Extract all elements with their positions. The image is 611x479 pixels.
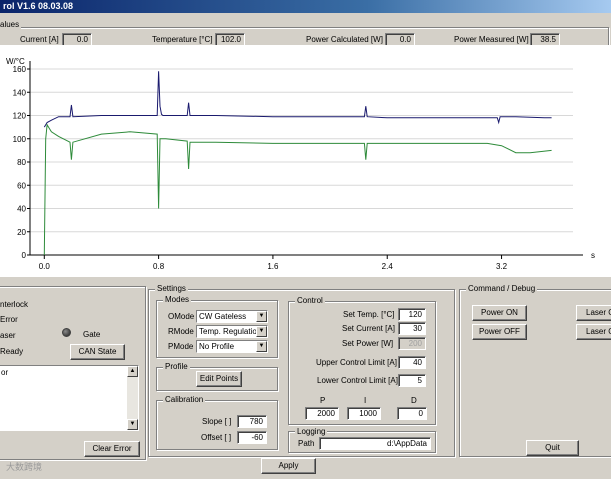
values-group-label: alues <box>0 20 22 30</box>
pmode-label: PMode <box>168 342 194 351</box>
logging-group-label: Logging <box>295 427 328 437</box>
gate-led-icon <box>62 328 71 337</box>
control-group-label: Control <box>295 296 325 306</box>
y-tick-label: 40 <box>17 205 26 214</box>
series-line-2 <box>43 123 552 256</box>
edit-points-button[interactable]: Edit Points <box>196 371 242 387</box>
quit-button[interactable]: Quit <box>526 440 579 456</box>
power-measured-label: Power Measured [W] <box>454 35 529 44</box>
omode-value: CW Gateless <box>199 312 247 321</box>
path-label: Path <box>298 439 315 448</box>
pmode-value: No Profile <box>199 342 235 351</box>
y-tick-label: 140 <box>13 88 27 97</box>
y-tick-label: 100 <box>13 135 27 144</box>
set-temp-label: Set Temp. [°C] <box>343 310 395 319</box>
power-calculated-label: Power Calculated [W] <box>306 35 383 44</box>
x-tick-label: 1.6 <box>267 262 279 271</box>
power-off-button[interactable]: Power OFF <box>472 324 527 340</box>
modes-group-label: Modes <box>163 295 192 305</box>
rmode-select[interactable]: Temp. Regulation ▼ <box>196 325 268 338</box>
watermark: 大数跨境 <box>6 462 43 472</box>
x-tick-label: 0.8 <box>153 262 165 271</box>
set-power-label: Set Power [W] <box>342 339 394 348</box>
x-tick-label: 0.0 <box>39 262 51 271</box>
error-log-textarea[interactable]: or ▲ ▼ <box>0 365 139 431</box>
y-tick-label: 20 <box>17 228 26 237</box>
p-label: P <box>320 396 326 405</box>
y-tick-label: 0 <box>22 251 27 260</box>
current-label: Current [A] <box>20 35 59 44</box>
chevron-down-icon[interactable]: ▼ <box>256 311 267 322</box>
offset-input[interactable]: -60 <box>237 431 267 444</box>
can-state-button[interactable]: CAN State <box>70 344 125 360</box>
x-tick-label: 2.4 <box>382 262 394 271</box>
slope-input[interactable]: 780 <box>237 415 267 428</box>
scroll-up-icon[interactable]: ▲ <box>127 366 138 377</box>
gate-label: Gate <box>83 330 101 339</box>
offset-label: Offset [ ] <box>201 433 232 442</box>
pmode-select[interactable]: No Profile ▼ <box>196 340 268 353</box>
scroll-down-icon[interactable]: ▼ <box>127 419 138 430</box>
y-axis-label: W/°C <box>6 57 25 66</box>
error-log-scrollbar[interactable]: ▲ ▼ <box>127 366 138 430</box>
rmode-value: Temp. Regulation <box>199 327 262 336</box>
slope-label: Slope [ ] <box>202 417 232 426</box>
d-input[interactable]: 0 <box>397 407 427 420</box>
path-input[interactable]: d:\AppData <box>319 437 431 450</box>
error-label: Error <box>0 315 18 324</box>
lower-control-limit-label: Lower Control Limit [A] <box>317 376 398 385</box>
d-label: D <box>411 396 417 405</box>
upper-control-limit-label: Upper Control Limit [A] <box>316 358 397 367</box>
profile-group-label: Profile <box>163 362 190 372</box>
x-axis-label: s <box>591 251 595 260</box>
laser-label: aser <box>0 331 16 340</box>
set-current-label: Set Current [A] <box>342 324 395 333</box>
y-tick-label: 60 <box>17 181 26 190</box>
interlock-label: nterlock <box>0 300 29 309</box>
i-input[interactable]: 1000 <box>347 407 381 420</box>
settings-group-label: Settings <box>155 284 188 294</box>
p-input[interactable]: 2000 <box>305 407 339 420</box>
y-tick-label: 80 <box>17 158 26 167</box>
series-line-1 <box>43 71 552 128</box>
set-current-input[interactable]: 30 <box>398 322 426 335</box>
clear-error-button[interactable]: Clear Error <box>84 441 140 457</box>
laser-on-button[interactable]: Laser O <box>576 305 611 321</box>
power-on-button[interactable]: Power ON <box>472 305 527 321</box>
x-tick-label: 3.2 <box>496 262 508 271</box>
set-temp-input[interactable]: 120 <box>398 308 426 321</box>
omode-label: OMode <box>168 312 195 321</box>
chevron-down-icon[interactable]: ▼ <box>256 326 267 337</box>
calibration-group-label: Calibration <box>163 395 206 405</box>
set-power-input: 200 <box>398 337 426 350</box>
error-log-text: or <box>1 368 9 377</box>
upper-control-limit-input[interactable]: 40 <box>398 356 426 369</box>
y-tick-label: 160 <box>13 65 27 74</box>
omode-select[interactable]: CW Gateless ▼ <box>196 310 268 323</box>
i-label: I <box>364 396 367 405</box>
rmode-label: RMode <box>168 327 194 336</box>
chevron-down-icon[interactable]: ▼ <box>256 341 267 352</box>
apply-button[interactable]: Apply <box>261 458 316 474</box>
ready-label: Ready <box>0 347 24 356</box>
window-title: rol V1.6 08.03.08 <box>0 0 611 13</box>
temperature-label: Temperature [°C] <box>152 35 213 44</box>
laser-off-button[interactable]: Laser O <box>576 324 611 340</box>
chart-svg: 0 20 40 60 80 100 120 140 160 0.0 0.8 1.6 2.4 3.2 W/°C… <box>6 57 595 271</box>
lower-control-limit-input[interactable]: 5 <box>398 374 426 387</box>
y-tick-label: 120 <box>13 112 27 121</box>
command-group-label: Command / Debug <box>466 284 538 294</box>
plot-area: 0 20 40 60 80 100 120 140 160 0.0 0.8 1.6 2.4 3.2 W/°C… <box>0 45 611 277</box>
